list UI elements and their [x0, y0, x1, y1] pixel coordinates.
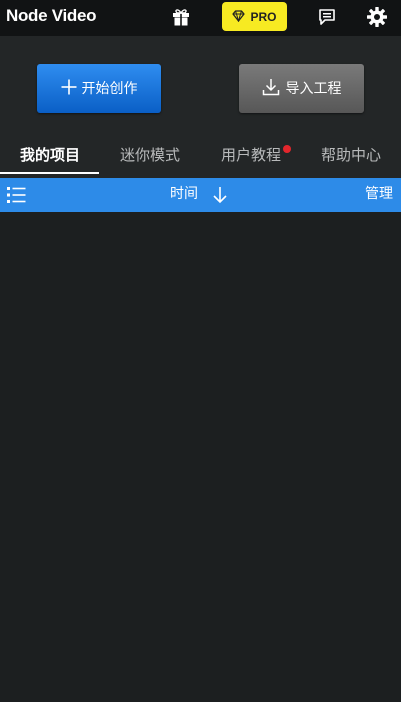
app-title: Node Video	[6, 6, 97, 25]
download-icon	[262, 78, 280, 100]
list-view-icon[interactable]	[6, 185, 26, 209]
tab-my-projects[interactable]: 我的项目	[0, 142, 100, 174]
sort-by-time-label[interactable]: 时间	[170, 186, 198, 202]
active-tab-indicator	[0, 172, 99, 174]
start-creating-button[interactable]: 开始创作	[37, 64, 161, 113]
pro-upgrade-button[interactable]: PRO	[222, 2, 287, 31]
project-list	[0, 212, 401, 702]
message-icon[interactable]	[316, 6, 338, 28]
pro-label: PRO	[250, 9, 277, 24]
tab-help-center[interactable]: 帮助中心	[301, 142, 401, 174]
plus-icon	[61, 79, 77, 99]
import-project-button[interactable]: 导入工程	[239, 64, 364, 113]
sort-descending-icon[interactable]	[212, 186, 228, 208]
diamond-icon	[232, 7, 246, 26]
sort-bar: 时间 管理	[0, 178, 401, 212]
gift-icon[interactable]	[170, 6, 192, 28]
start-creating-label: 开始创作	[81, 80, 138, 97]
tab-mini-mode[interactable]: 迷你模式	[100, 142, 200, 174]
gear-icon[interactable]	[366, 6, 388, 28]
import-project-label: 导入工程	[285, 80, 342, 97]
app-root: Node Video PRO 开始创作 导入工程 我的项目 迷你模式 用户教程 …	[0, 0, 401, 702]
manage-button[interactable]: 管理	[365, 186, 393, 202]
notification-dot	[283, 145, 291, 153]
top-bar: Node Video PRO	[0, 0, 401, 36]
